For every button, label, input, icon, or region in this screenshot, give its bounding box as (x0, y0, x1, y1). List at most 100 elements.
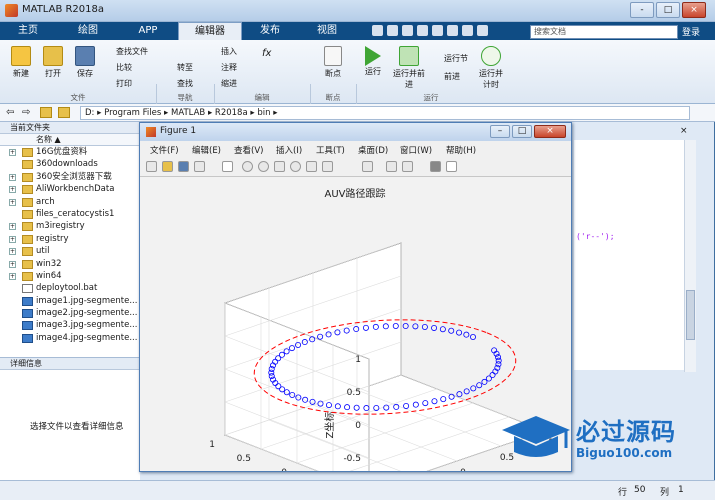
file-list-item[interactable]: + win64 (0, 270, 139, 282)
panel-close-icon[interactable]: × (680, 126, 688, 136)
path-breadcrumb[interactable]: D: ▸ Program Files ▸ MATLAB ▸ R2018a ▸ b… (80, 106, 690, 120)
file-list-item[interactable]: + arch (0, 196, 139, 208)
print-button[interactable]: 打印 (104, 76, 148, 92)
zoom-out-icon[interactable] (258, 161, 269, 172)
back-icon[interactable]: ⇦ (6, 107, 14, 118)
find-files-button[interactable]: 查找文件 (104, 44, 148, 60)
minimize-button[interactable]: - (630, 2, 654, 18)
undo-icon[interactable] (432, 25, 443, 36)
file-list-item[interactable]: image3.jpg-segmente... (0, 319, 139, 331)
file-list-item[interactable]: files_ceratocystis1 (0, 208, 139, 220)
file-list-item[interactable]: + m3iregistry (0, 220, 139, 232)
menu-edit[interactable]: 编辑(E) (192, 144, 221, 156)
run-button[interactable]: 运行 (360, 46, 386, 77)
file-list-item[interactable]: + AliWorkbenchData (0, 183, 139, 195)
file-list-item[interactable]: + util (0, 245, 139, 257)
pointer-icon[interactable] (222, 161, 233, 172)
expand-icon[interactable]: + (9, 223, 16, 231)
scrollbar-thumb[interactable] (686, 290, 695, 340)
maximize-button[interactable]: □ (656, 2, 680, 18)
menu-insert[interactable]: 插入(I) (276, 144, 302, 156)
path-segment[interactable]: bin (257, 108, 270, 118)
help-icon[interactable] (477, 25, 488, 36)
figure-minimize-button[interactable]: – (490, 125, 510, 138)
insert-button[interactable]: 插入 (221, 44, 237, 60)
expand-icon[interactable]: + (9, 272, 16, 280)
breakpoints-button[interactable]: 断点 (316, 46, 350, 79)
expand-icon[interactable]: + (9, 186, 16, 194)
path-segment[interactable]: R2018a (215, 108, 248, 118)
menu-tools[interactable]: 工具(T) (316, 144, 345, 156)
close-button[interactable]: × (682, 2, 706, 18)
colorbar-icon[interactable] (386, 161, 397, 172)
save-file-button[interactable]: 保存 (70, 46, 100, 79)
cut-icon[interactable] (387, 25, 398, 36)
file-list-item[interactable]: image2.jpg-segmente... (0, 307, 139, 319)
comment-button[interactable]: 注释 (221, 60, 237, 76)
new-figure-icon[interactable] (146, 161, 157, 172)
function-icon[interactable]: fx (262, 46, 271, 62)
file-list-item[interactable]: image4.jpg-segmente... (0, 332, 139, 344)
tab-apps[interactable]: APP (118, 22, 178, 40)
menu-desktop[interactable]: 桌面(D) (358, 144, 388, 156)
file-list-item[interactable]: +360安全浏览器下载 (0, 171, 139, 183)
tab-publish[interactable]: 发布 (244, 22, 296, 40)
run-time-button[interactable]: 运行并计时 (476, 46, 506, 90)
figure-maximize-button[interactable]: □ (512, 125, 532, 138)
run-section-button[interactable]: 运行节 (430, 50, 468, 68)
forward-icon[interactable]: ⇨ (22, 107, 30, 118)
advance-button[interactable]: 前进 (430, 68, 468, 86)
print-figure-icon[interactable] (194, 161, 205, 172)
menu-help[interactable]: 帮助(H) (446, 144, 476, 156)
legend-icon[interactable] (402, 161, 413, 172)
file-list-item[interactable]: +16G优盘资料 (0, 146, 139, 158)
switch-windows-icon[interactable] (462, 25, 473, 36)
editor-area[interactable]: ('r--'); (574, 140, 684, 370)
copy-icon[interactable] (402, 25, 413, 36)
up-folder-icon[interactable] (40, 107, 52, 118)
nav-arrows-icon[interactable] (163, 44, 193, 60)
login-link[interactable]: 登录 (682, 25, 700, 38)
file-list-item[interactable]: deploytool.bat (0, 282, 139, 294)
show-tools-icon[interactable] (446, 161, 457, 172)
goto-button[interactable]: 转至 (163, 60, 193, 76)
file-list-item[interactable]: + win32 (0, 258, 139, 270)
path-segment[interactable]: D: (85, 108, 94, 118)
tab-editor[interactable]: 编辑器 (178, 22, 242, 40)
file-list-item[interactable]: image1.jpg-segmente... (0, 295, 139, 307)
figure-close-button[interactable]: × (534, 125, 566, 138)
indent-button[interactable]: 缩进 (221, 76, 237, 92)
zoom-in-icon[interactable] (242, 161, 253, 172)
link-plot-icon[interactable] (362, 161, 373, 172)
expand-icon[interactable]: + (9, 248, 16, 256)
pan-icon[interactable] (274, 161, 285, 172)
open-button[interactable]: 打开 (38, 46, 68, 79)
tab-home[interactable]: 主页 (6, 22, 50, 40)
menu-view[interactable]: 查看(V) (234, 144, 263, 156)
data-cursor-icon[interactable] (306, 161, 317, 172)
expand-icon[interactable]: + (9, 235, 16, 243)
file-list-item[interactable]: 360downloads (0, 158, 139, 170)
file-list-item[interactable]: + registry (0, 233, 139, 245)
browse-folder-icon[interactable] (58, 107, 70, 118)
search-docs-input[interactable]: 搜索文档 (530, 25, 678, 39)
tab-view[interactable]: 视图 (300, 22, 354, 40)
path-segment[interactable]: Program Files (104, 108, 161, 118)
new-button[interactable]: 新建 (6, 46, 36, 79)
redo-icon[interactable] (447, 25, 458, 36)
rotate-3d-icon[interactable] (290, 161, 301, 172)
path-segment[interactable]: MATLAB (171, 108, 205, 118)
find-button[interactable]: 查找 (163, 76, 193, 92)
hide-tools-icon[interactable] (430, 161, 441, 172)
menu-file[interactable]: 文件(F) (150, 144, 179, 156)
paste-icon[interactable] (417, 25, 428, 36)
open-file-icon[interactable] (162, 161, 173, 172)
brush-icon[interactable] (322, 161, 333, 172)
expand-icon[interactable]: + (9, 260, 16, 268)
menu-window[interactable]: 窗口(W) (400, 144, 432, 156)
save-icon[interactable] (372, 25, 383, 36)
name-column-header[interactable]: 名称 ▲ (0, 134, 139, 146)
run-advance-button[interactable]: 运行并前进 (392, 46, 426, 90)
expand-icon[interactable]: + (9, 149, 16, 156)
editor-scrollbar[interactable] (684, 140, 696, 372)
